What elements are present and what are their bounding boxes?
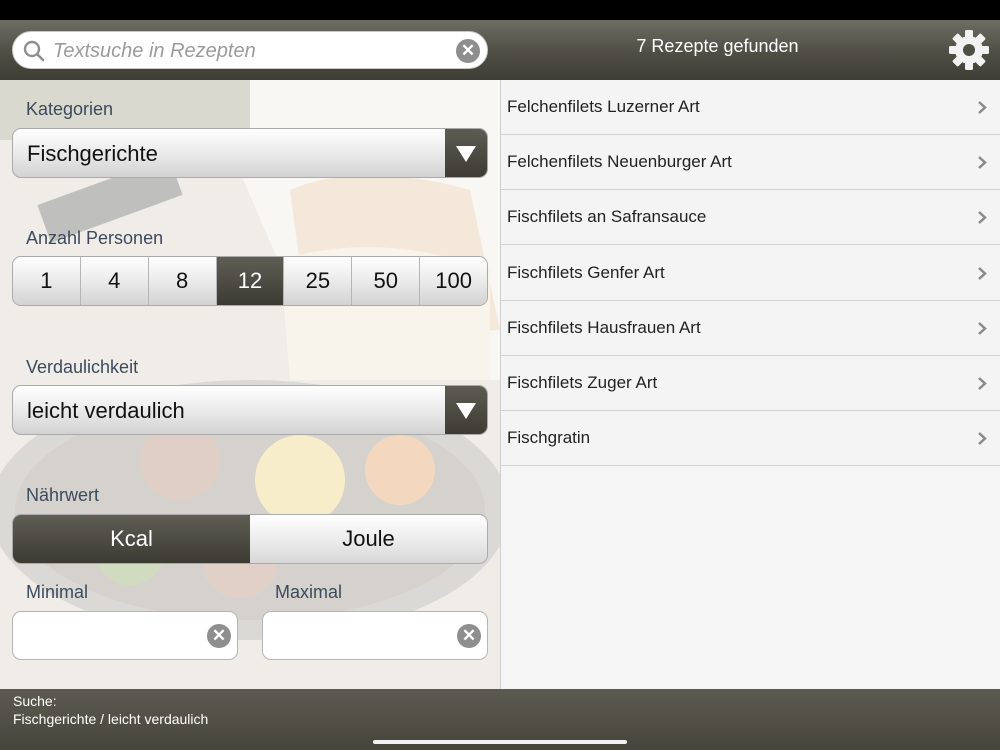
dropdown-arrow-button[interactable]	[445, 386, 487, 434]
nutrition-unit-toggle: Kcal Joule	[12, 514, 488, 564]
search-input[interactable]	[53, 36, 453, 66]
digestibility-label: Verdaulichkeit	[26, 357, 139, 377]
nutrition-label: Nährwert	[26, 485, 100, 505]
search-summary-heading: Suche:	[13, 693, 57, 709]
list-item[interactable]: Felchenfilets Luzerner Art	[501, 80, 1000, 135]
recipe-title: Fischgratin	[507, 428, 591, 447]
chevron-right-icon	[978, 377, 987, 390]
category-label: Kategorien	[26, 99, 114, 119]
min-value-field[interactable]: ✕	[12, 611, 238, 660]
category-value: Fischgerichte	[27, 141, 158, 166]
recipe-title: Fischfilets Hausfrauen Art	[507, 318, 701, 337]
search-summary-footer: Suche: Fischgerichte / leicht verdaulich	[0, 689, 1000, 750]
joule-option[interactable]: Joule	[250, 515, 487, 563]
chevron-right-icon	[978, 267, 987, 280]
recipe-title: Fischfilets Genfer Art	[507, 263, 665, 282]
recipe-title: Felchenfilets Luzerner Art	[507, 97, 700, 116]
max-value-field[interactable]: ✕	[262, 611, 488, 660]
result-count: 7 Rezepte gefunden	[636, 36, 799, 56]
chevron-right-icon	[978, 322, 987, 335]
list-item[interactable]: Fischfilets Zuger Art	[501, 356, 1000, 411]
list-item[interactable]: Felchenfilets Neuenburger Art	[501, 135, 1000, 190]
recipe-title: Fischfilets Zuger Art	[507, 373, 658, 392]
persons-label: Anzahl Personen	[26, 228, 164, 248]
clear-min-icon[interactable]: ✕	[207, 624, 231, 648]
recipe-title: Fischfilets an Safransauce	[507, 207, 707, 226]
kcal-option[interactable]: Kcal	[13, 515, 250, 563]
triangle-down-icon	[456, 403, 476, 419]
digestibility-dropdown[interactable]: leicht verdaulich	[12, 385, 488, 435]
min-label: Minimal	[26, 582, 89, 602]
search-summary-text: Fischgerichte / leicht verdaulich	[13, 711, 209, 727]
search-clear-icon[interactable]: ✕	[456, 39, 480, 63]
recipe-list: Felchenfilets Luzerner Art Felchenfilets…	[500, 80, 1000, 689]
max-label: Maximal	[275, 582, 343, 602]
digestibility-value: leicht verdaulich	[27, 398, 185, 423]
list-item[interactable]: Fischfilets Hausfrauen Art	[501, 301, 1000, 356]
filter-panel: Kategorien Fischgerichte Anzahl Personen…	[0, 80, 500, 689]
top-toolbar: ✕ 7 Rezepte gefunden	[0, 20, 1000, 80]
persons-option-8[interactable]: 8	[148, 257, 217, 305]
recipe-title: Felchenfilets Neuenburger Art	[507, 152, 732, 171]
chevron-right-icon	[978, 101, 987, 114]
persons-option-50[interactable]: 50	[352, 257, 421, 305]
search-icon	[23, 40, 45, 62]
persons-option-25[interactable]: 25	[284, 257, 353, 305]
persons-option-100[interactable]: 100	[420, 257, 487, 305]
list-item[interactable]: Fischfilets Genfer Art	[501, 246, 1000, 301]
category-dropdown[interactable]: Fischgerichte	[12, 128, 488, 178]
home-indicator[interactable]	[373, 740, 627, 744]
persons-segmented-control: 1 4 8 12 25 50 100	[12, 256, 488, 306]
list-item[interactable]: Fischfilets an Safransauce	[501, 190, 1000, 245]
gear-icon[interactable]	[948, 29, 990, 71]
triangle-down-icon	[456, 146, 476, 162]
chevron-right-icon	[978, 211, 987, 224]
chevron-right-icon	[978, 156, 987, 169]
clear-max-icon[interactable]: ✕	[457, 624, 481, 648]
search-bar[interactable]: ✕	[12, 31, 488, 69]
list-item[interactable]: Fischgratin	[501, 411, 1000, 466]
persons-option-4[interactable]: 4	[80, 257, 149, 305]
persons-option-12[interactable]: 12	[216, 257, 285, 305]
dropdown-arrow-button[interactable]	[445, 129, 487, 177]
persons-option-1[interactable]: 1	[13, 257, 81, 305]
chevron-right-icon	[978, 432, 987, 445]
